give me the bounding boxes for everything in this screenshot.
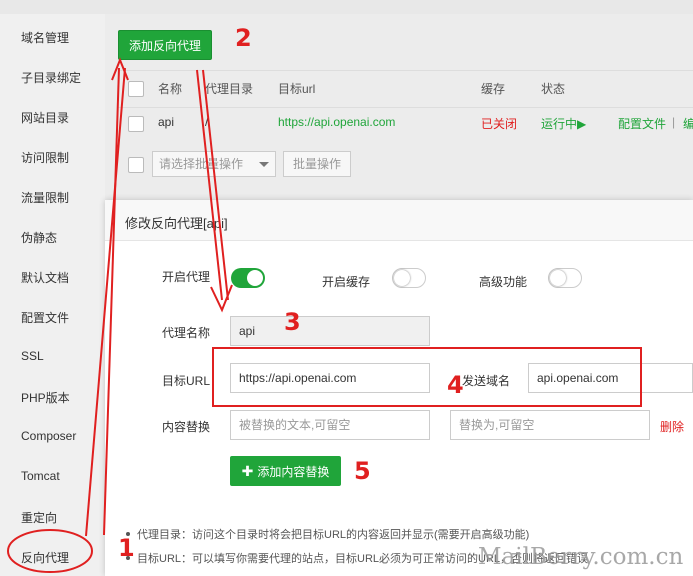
col-url: 目标url — [278, 82, 316, 96]
proxy-on-label: 开启代理 — [162, 270, 211, 284]
dialog-title: 修改反向代理[api] — [125, 216, 228, 231]
chevron-down-icon — [259, 162, 269, 167]
proxy-name-input[interactable]: api — [230, 316, 430, 346]
plus-icon: ✚ — [241, 463, 254, 479]
sidebar-item-redirect[interactable]: 重定向 — [21, 509, 57, 526]
cache-label: 开启缓存 — [322, 275, 371, 289]
row-dir: / — [205, 115, 209, 129]
row-checkbox[interactable] — [128, 116, 144, 132]
dialog-header: 修改反向代理[api] — [105, 200, 693, 241]
sidebar-item-composer[interactable]: Composer — [21, 429, 76, 443]
proxy-name-label: 代理名称 — [162, 326, 211, 340]
row-config-link[interactable]: 配置文件 — [618, 115, 666, 132]
sidebar — [0, 14, 105, 576]
row-action-sep: | — [672, 115, 676, 129]
sidebar-item-rewrite[interactable]: 伪静态 — [21, 229, 57, 246]
sidebar-item-domain[interactable]: 域名管理 — [21, 29, 69, 46]
delete-link[interactable]: 删除 — [660, 418, 684, 435]
row-edit-link[interactable]: 编 — [683, 115, 693, 132]
col-cache: 缓存 — [481, 82, 506, 96]
add-replace-button[interactable]: ✚ 添加内容替换 — [230, 456, 341, 486]
sidebar-item-access-limit[interactable]: 访问限制 — [21, 149, 69, 166]
sidebar-item-traffic-limit[interactable]: 流量限制 — [21, 189, 69, 206]
add-reverse-proxy-button[interactable]: 添加反向代理 — [118, 30, 212, 60]
batch-select-value: 请选择批量操作 — [159, 157, 244, 171]
cache-toggle[interactable] — [392, 268, 426, 288]
send-domain-label: 发送域名 — [462, 374, 511, 388]
add-replace-label: 添加内容替换 — [257, 465, 330, 479]
sidebar-item-ssl[interactable]: SSL — [21, 349, 44, 363]
col-name: 名称 — [158, 82, 183, 96]
col-dir: 代理目录 — [205, 82, 254, 96]
advanced-toggle[interactable] — [548, 268, 582, 288]
row-name: api — [158, 115, 175, 129]
annotation-4: 4 — [447, 371, 464, 399]
replace-to-input[interactable]: 替换为,可留空 — [450, 410, 650, 440]
sidebar-item-reverse-proxy[interactable]: 反向代理 — [21, 549, 69, 566]
row-url: https://api.openai.com — [278, 115, 396, 129]
batch-button[interactable]: 批量操作 — [283, 151, 351, 177]
col-status: 状态 — [541, 82, 566, 96]
send-domain-input[interactable]: api.openai.com — [528, 363, 693, 393]
target-url-label: 目标URL — [162, 374, 211, 388]
target-url-input[interactable]: https://api.openai.com — [230, 363, 430, 393]
replace-from-input[interactable]: 被替换的文本,可留空 — [230, 410, 430, 440]
footer-checkbox[interactable] — [128, 157, 144, 173]
sidebar-item-default-doc[interactable]: 默认文档 — [21, 269, 69, 286]
replace-label: 内容替换 — [162, 420, 211, 434]
proxy-on-toggle[interactable] — [231, 268, 265, 288]
note-proxy-dir: 代理目录：访问这个目录时将会把目标URL的内容返回并显示(需要开启高级功能) — [137, 529, 530, 541]
sidebar-item-tomcat[interactable]: Tomcat — [21, 469, 60, 483]
batch-select[interactable]: 请选择批量操作 — [152, 151, 276, 177]
annotation-3: 3 — [284, 308, 301, 336]
watermark: MailBerry.com.cn — [478, 544, 684, 570]
sidebar-item-config-file[interactable]: 配置文件 — [21, 309, 69, 326]
annotation-2: 2 — [235, 24, 252, 52]
sidebar-item-site-dir[interactable]: 网站目录 — [21, 109, 69, 126]
sidebar-item-php-version[interactable]: PHP版本 — [21, 389, 70, 406]
advanced-label: 高级功能 — [479, 275, 528, 289]
top-bar — [0, 0, 693, 14]
row-status[interactable]: 运行中▶ — [541, 115, 586, 132]
sidebar-item-subdir[interactable]: 子目录绑定 — [21, 69, 81, 86]
annotation-1: 1 — [118, 534, 135, 562]
annotation-5: 5 — [354, 457, 371, 485]
select-all-checkbox[interactable] — [128, 81, 144, 97]
row-cache: 已关闭 — [481, 117, 518, 131]
